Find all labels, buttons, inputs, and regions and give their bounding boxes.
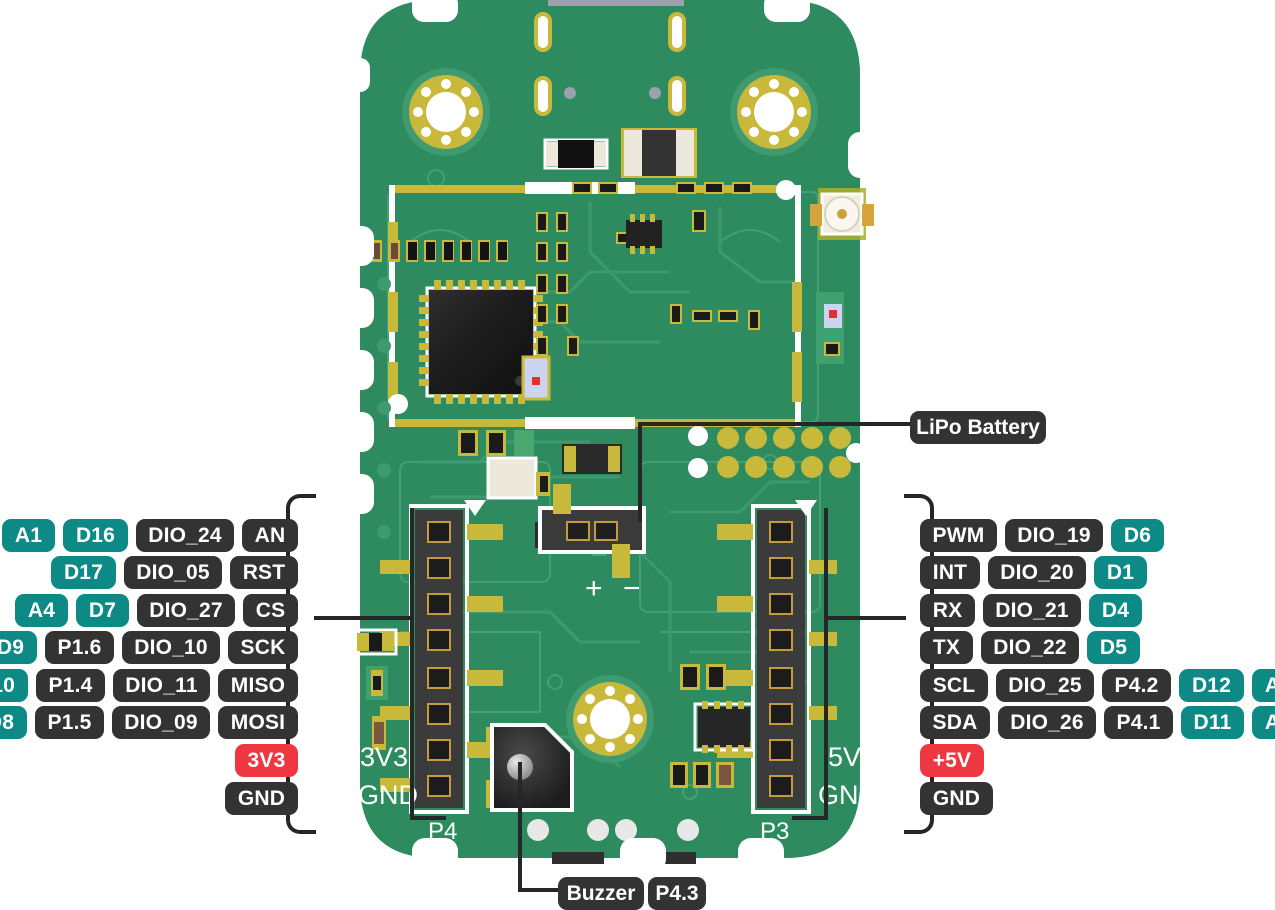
- pin-label-gnd: GND: [920, 782, 993, 815]
- pin-label-dio-22: DIO_22: [981, 631, 1079, 664]
- pinout-diagram: 3V3 GND P4 5V GND P3 + − LiPo Battery Bu…: [0, 0, 1275, 910]
- pin-label-int: INT: [920, 556, 980, 589]
- left-leader-horizontal: [314, 616, 414, 620]
- buzzer-component: [486, 723, 574, 812]
- pin-label-rx: RX: [920, 594, 975, 627]
- pin-label-dio-20: DIO_20: [988, 556, 1086, 589]
- pin-label-dio-25: DIO_25: [996, 669, 1094, 702]
- silk-3v3: 3V3: [360, 742, 409, 772]
- pin-label-d16: D16: [63, 519, 128, 552]
- silk-5v: 5V: [828, 742, 862, 772]
- pin-label-dio-19: DIO_19: [1005, 519, 1103, 552]
- silk-gnd-left: GND: [358, 780, 418, 810]
- pin-label-d9: D9: [0, 631, 37, 664]
- callout-buzzer-pin: P4.3: [648, 877, 706, 910]
- pin-label-+5v: +5V: [920, 744, 984, 777]
- pin-label-sck: SCK: [228, 631, 298, 664]
- pin-label-p1-4: P1.4: [36, 669, 105, 702]
- mounting-hole-center-bottom: [566, 675, 654, 763]
- pin-label-dio-10: DIO_10: [122, 631, 220, 664]
- pin-label-p1-5: P1.5: [35, 706, 104, 739]
- pin-label-p1-6: P1.6: [45, 631, 114, 664]
- buzzer-leader-vertical: [518, 762, 522, 892]
- lipo-leader-horizontal: [640, 422, 910, 426]
- pin-label-p4.1: P4.1: [1104, 706, 1173, 739]
- pin-label-d5: D5: [1087, 631, 1140, 664]
- pin-label-d17: D17: [51, 556, 116, 589]
- left-leader-foot: [410, 816, 446, 820]
- status-led: [816, 292, 844, 364]
- pin-label-a1: A1: [2, 519, 55, 552]
- pin-label-d11: D11: [1181, 706, 1244, 739]
- pin-label-d12: D12: [1179, 669, 1244, 702]
- mounting-hole-top-left: [402, 68, 490, 156]
- pin-label-dio-21: DIO_21: [983, 594, 1081, 627]
- pin-label-p4.2: P4.2: [1102, 669, 1171, 702]
- pin-label-mosi: MOSI: [218, 706, 298, 739]
- right-edge-notch: [848, 132, 882, 178]
- pin-label-d6: D6: [1111, 519, 1164, 552]
- silk-p4: P4: [428, 818, 458, 845]
- silk-battery-minus: −: [623, 572, 641, 605]
- pin-label-dio-27: DIO_27: [137, 594, 235, 627]
- pin-label-dio-09: DIO_09: [112, 706, 210, 739]
- pcb-board-image: 3V3 GND P4 5V GND P3 + −: [340, 0, 882, 874]
- pin-label-a4: A4: [15, 594, 68, 627]
- pin-label-pwm: PWM: [920, 519, 997, 552]
- pin-label-cs: CS: [243, 594, 298, 627]
- silk-battery-plus: +: [585, 572, 603, 605]
- pin-label-a2: A2: [1252, 706, 1275, 739]
- pin-label-a3: A3: [1252, 669, 1275, 702]
- pin-label-d10: D10: [0, 669, 28, 702]
- pin-label-d4: D4: [1089, 594, 1142, 627]
- pin-label-an: AN: [242, 519, 298, 552]
- pin-label-miso: MISO: [218, 669, 298, 702]
- ufl-antenna-connector: [810, 188, 874, 240]
- right-leader-foot: [792, 816, 828, 820]
- right-leader-vertical: [824, 508, 828, 820]
- usb-connector: [548, 0, 684, 6]
- mounting-hole-top-right: [730, 68, 818, 156]
- pin-label-dio-11: DIO_11: [113, 669, 210, 702]
- pin-label-gnd: GND: [225, 782, 298, 815]
- lipo-leader-vertical: [638, 422, 642, 522]
- right-leader-horizontal: [826, 616, 906, 620]
- pin-label-dio-26: DIO_26: [998, 706, 1096, 739]
- silk-p3: P3: [760, 818, 790, 845]
- pin-label-dio-24: DIO_24: [136, 519, 234, 552]
- pin-label-d1: D1: [1094, 556, 1147, 589]
- callout-buzzer: Buzzer: [558, 877, 644, 910]
- pin-label-sda: SDA: [920, 706, 990, 739]
- pin-label-scl: SCL: [920, 669, 988, 702]
- pin-label-tx: TX: [920, 631, 973, 664]
- pin-label-d7: D7: [76, 594, 129, 627]
- pin-label-dio-05: DIO_05: [124, 556, 222, 589]
- pcb-svg: [340, 0, 882, 874]
- pin-label-3v3: 3V3: [235, 744, 298, 777]
- pin-label-rst: RST: [230, 556, 298, 589]
- left-leader-vertical: [410, 508, 414, 820]
- pin-label-d8: D8: [0, 706, 27, 739]
- callout-lipo-battery: LiPo Battery: [910, 411, 1046, 444]
